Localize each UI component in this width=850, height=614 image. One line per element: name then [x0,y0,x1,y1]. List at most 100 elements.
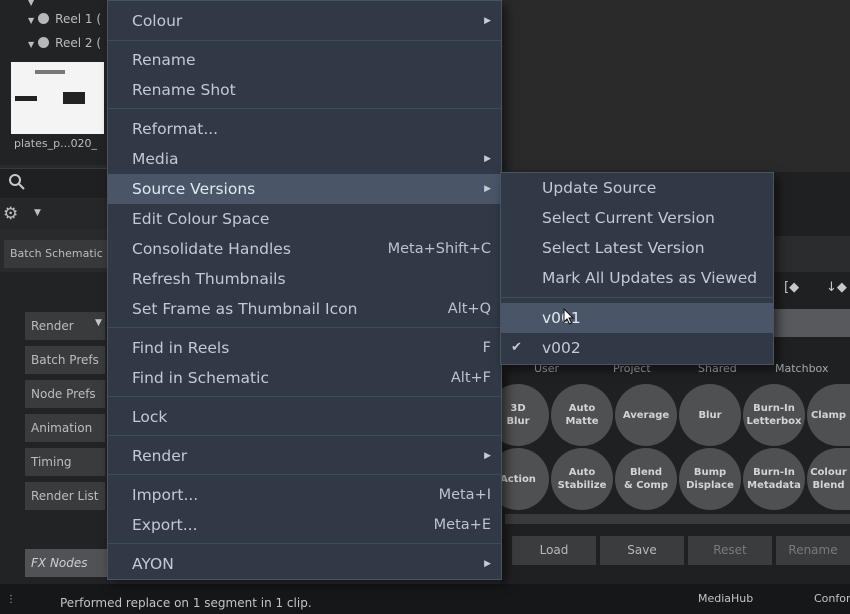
menu-item-label: Rename Shot [132,81,236,99]
clip-thumbnail[interactable] [11,62,104,134]
menu-separator [108,108,501,109]
node-tile[interactable]: Burn-In Metadata [743,448,805,510]
mouse-cursor-icon [563,308,575,325]
gear-icon[interactable]: ⚙ [3,204,18,224]
submenu-item-mark-all-updates-viewed[interactable]: Mark All Updates as Viewed [501,263,773,293]
menu-item-consolidate-handles[interactable]: Consolidate Handles Meta+Shift+C [108,234,501,264]
menu-item-media[interactable]: Media ▶ [108,144,501,174]
menu-item-label: Reformat... [132,120,219,138]
chevron-down-icon[interactable]: ▼ [34,208,41,218]
submenu-item-label: v002 [542,339,581,357]
menu-item-edit-colour-space[interactable]: Edit Colour Space [108,204,501,234]
menu-shortcut: Meta+E [433,517,491,533]
submenu-item-select-current-version[interactable]: Select Current Version [501,203,773,233]
node-tile[interactable]: Burn-In Letterbox [743,384,805,446]
menu-item-label: Source Versions [132,180,256,198]
menu-item-rename[interactable]: Rename [108,45,501,75]
menu-item-ayon[interactable]: AYON ▶ [108,549,501,579]
menu-item-reformat[interactable]: Reformat... [108,114,501,144]
submenu-item-v001[interactable]: v001 [501,303,773,333]
node-tile[interactable]: Average [615,384,677,446]
reel-icon [38,13,50,24]
menu-item-label: Export... [132,516,198,534]
animation-button[interactable]: Animation [25,414,105,442]
step-back-icon[interactable]: [◆ [784,280,799,295]
check-icon: ✔ [511,340,522,355]
menu-item-label: Find in Schematic [132,369,269,387]
node-tile[interactable]: Auto Matte [551,384,613,446]
menu-separator [108,327,501,328]
node-tile[interactable]: Auto Stabilize [551,448,613,510]
reel-icon [38,37,50,48]
menu-item-label: Lock [132,408,168,426]
menu-shortcut: Meta+I [438,487,491,503]
clip-thumbnail-label: plates_p...020_ [14,137,98,150]
menu-item-import[interactable]: Import... Meta+I [108,480,501,510]
expand-arrow-icon[interactable]: ▼ [28,16,34,25]
node-tile[interactable]: Blur [679,384,741,446]
submenu-item-v002[interactable]: ✔ v002 [501,333,773,363]
node-tile[interactable]: Bump Displace [679,448,741,510]
search-icon[interactable] [8,173,26,191]
status-message: Performed replace on 1 segment in 1 clip… [60,596,312,610]
tab-batch-schematic[interactable]: Batch Schematic [4,240,108,268]
tab-matchbox[interactable]: Matchbox [775,362,828,375]
library-toolbar [773,236,850,272]
status-handle-icon: ⋮ [6,594,16,605]
menu-item-render[interactable]: Render ▶ [108,441,501,471]
library-search-strip[interactable] [773,309,850,337]
batch-prefs-button[interactable]: Batch Prefs [25,346,105,374]
tree-row-top[interactable]: ▼ [28,0,38,8]
expand-arrow-icon[interactable]: ▼ [28,40,34,49]
menu-item-set-frame-thumbnail[interactable]: Set Frame as Thumbnail Icon Alt+Q [108,294,501,324]
submenu-item-label: Select Current Version [542,209,715,227]
menu-item-source-versions[interactable]: Source Versions ▶ [108,174,501,204]
menu-separator [108,474,501,475]
load-button[interactable]: Load [512,536,596,565]
tree-row-reel-2[interactable]: ▼ Reel 2 ( [28,36,101,50]
menu-item-rename-shot[interactable]: Rename Shot [108,75,501,105]
render-dropdown-arrow-icon[interactable]: ▼ [95,318,102,328]
menu-item-find-in-schematic[interactable]: Find in Schematic Alt+F [108,363,501,393]
menu-item-label: Set Frame as Thumbnail Icon [132,300,358,318]
fx-nodes-button[interactable]: FX Nodes [25,549,110,577]
step-down-icon[interactable]: ↓◆ [826,280,847,295]
render-button[interactable]: Render [25,312,105,340]
node-prefs-button[interactable]: Node Prefs [25,380,105,408]
batch-left-panel: Render ▼ Batch Prefs Node Prefs Animatio… [0,272,110,584]
submenu-arrow-icon: ▶ [484,184,491,194]
submenu-item-label: Update Source [542,179,657,197]
save-button[interactable]: Save [600,536,684,565]
menu-item-label: Rename [132,51,196,69]
menu-item-lock[interactable]: Lock [108,402,501,432]
menu-item-refresh-thumbnails[interactable]: Refresh Thumbnails [108,264,501,294]
submenu-arrow-icon: ▶ [484,451,491,461]
tab-mediahub[interactable]: MediaHub [698,592,753,605]
menu-separator [108,543,501,544]
menu-item-find-in-reels[interactable]: Find in Reels F [108,333,501,363]
submenu-arrow-icon: ▶ [484,154,491,164]
tree-row-reel-1[interactable]: ▼ Reel 1 ( [28,12,101,26]
submenu-item-label: Select Latest Version [542,239,705,257]
menu-separator [108,435,501,436]
submenu-item-select-latest-version[interactable]: Select Latest Version [501,233,773,263]
menu-item-colour[interactable]: Colour ▶ [108,6,501,36]
menu-item-label: Colour [132,12,183,30]
source-versions-submenu: Update Source Select Current Version Sel… [500,172,774,365]
menu-item-label: Media [132,150,179,168]
menu-item-label: Render [132,447,188,465]
menu-item-export[interactable]: Export... Meta+E [108,510,501,540]
reel-label: Reel 1 ( [55,12,101,26]
menu-item-label: Find in Reels [132,339,230,357]
context-menu: Colour ▶ Rename Rename Shot Reformat... M… [107,0,502,580]
node-bin-scrollbar[interactable] [505,514,850,524]
rename-button[interactable]: Rename [776,536,850,565]
submenu-item-update-source[interactable]: Update Source [501,173,773,203]
node-tile[interactable]: Blend & Comp [615,448,677,510]
tab-conform[interactable]: Confor [814,592,850,605]
render-list-button[interactable]: Render List [25,482,105,510]
timing-button[interactable]: Timing [25,448,105,476]
reset-button[interactable]: Reset [688,536,772,565]
submenu-item-label: Mark All Updates as Viewed [542,269,758,287]
menu-shortcut: Meta+Shift+C [387,241,491,257]
